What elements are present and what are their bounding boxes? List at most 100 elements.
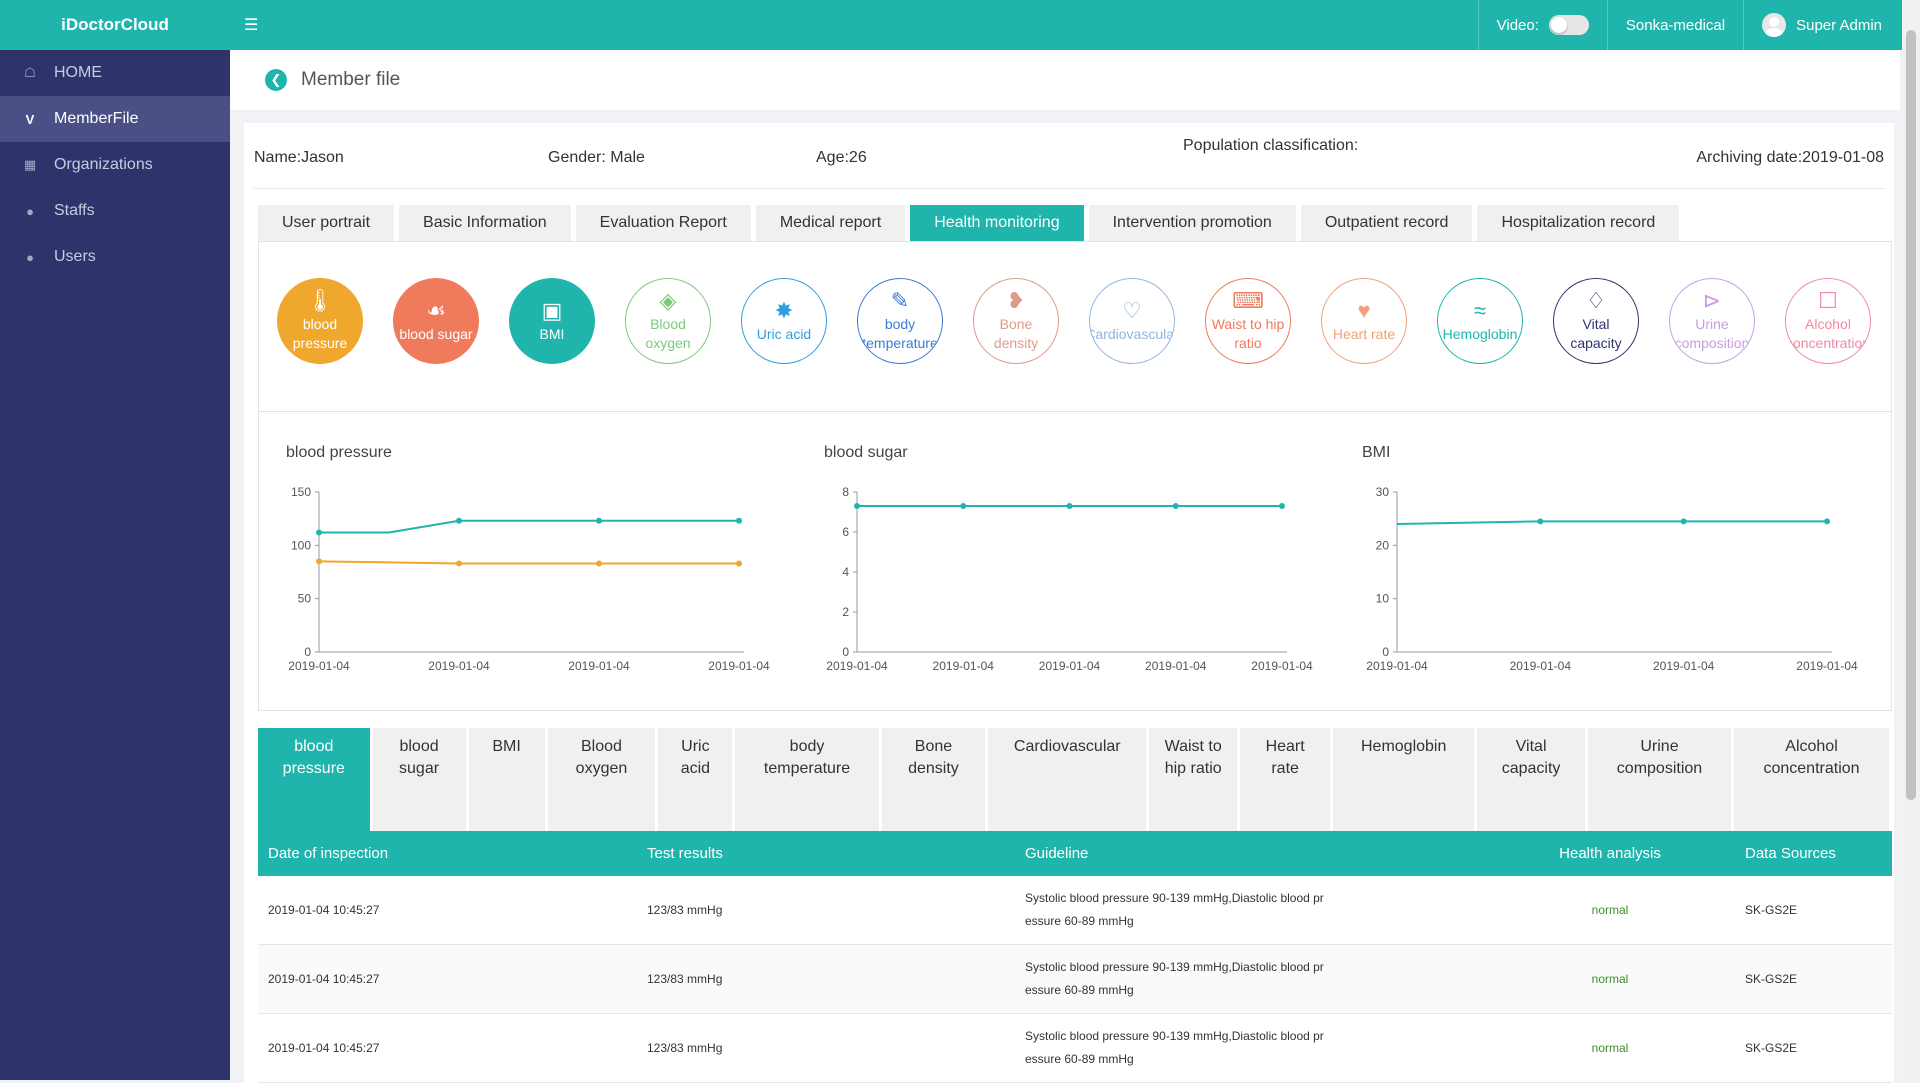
tab-outpatient-record[interactable]: Outpatient record xyxy=(1300,205,1473,241)
metric-label: Waist to hip ratio xyxy=(1211,316,1285,351)
page-header: ❮ Member file xyxy=(230,50,1900,110)
metric-label: Hemoglobin xyxy=(1442,325,1518,342)
data-point xyxy=(456,560,462,567)
scrollbar-thumb[interactable] xyxy=(1906,30,1916,800)
drop-plus-icon: ☙ xyxy=(426,297,446,323)
scrollbar[interactable] xyxy=(1902,0,1920,1080)
metric-waist-to-hip-ratio[interactable]: ⌨ Waist to hip ratio xyxy=(1205,278,1291,364)
series-line xyxy=(1396,520,1827,525)
metric-blood-oxygen[interactable]: ◈ Blood oxygen xyxy=(625,278,711,364)
metric-urine-composition[interactable]: ⊳ Urine composition xyxy=(1669,278,1755,364)
sidebar-item-users[interactable]: ● Users xyxy=(0,234,230,280)
metric-blood-sugar[interactable]: ☙ blood sugar xyxy=(393,278,479,364)
subtab-bmi[interactable]: BMI xyxy=(468,728,545,831)
member-name: Name:Jason xyxy=(254,149,344,166)
cell-date: 2019-01-04 10:45:27 xyxy=(268,903,380,917)
cell-result: 123/83 mmHg xyxy=(647,903,723,917)
series-line xyxy=(319,519,739,534)
subtab-urine-composition[interactable]: Urine composition xyxy=(1587,728,1732,831)
y-tick-label: 2 xyxy=(842,605,849,619)
user-menu[interactable]: Super Admin xyxy=(1743,0,1900,50)
heart-icon: ♡ xyxy=(1122,297,1142,323)
subtab-vital-capacity[interactable]: Vital capacity xyxy=(1477,728,1585,831)
data-point xyxy=(736,560,742,567)
cell-source: SK-GS2E xyxy=(1745,972,1798,986)
bone-icon: ❥ xyxy=(1006,288,1026,313)
tab-hospitalization-record[interactable]: Hospitalization record xyxy=(1477,205,1680,241)
subtab-blood-sugar[interactable]: blood sugar xyxy=(372,728,466,831)
subtab-blood-pressure[interactable]: blood pressure xyxy=(258,728,370,831)
metric-alcohol-concentration[interactable]: ☐ Alcohol concentration xyxy=(1785,278,1871,364)
y-tick-label: 0 xyxy=(1382,645,1389,659)
metric-label: Alcohol concentration xyxy=(1785,316,1871,351)
menu-toggle-icon[interactable]: ☰ xyxy=(244,15,258,35)
cell-guideline: Systolic blood pressure 90-139 mmHg,Dias… xyxy=(1015,956,1485,1002)
col-guideline: Guideline xyxy=(1025,845,1089,862)
back-button[interactable]: ❮ xyxy=(265,69,287,91)
metric-heart-rate[interactable]: ♥ Heart rate xyxy=(1321,278,1407,364)
person-icon: ● xyxy=(26,203,34,219)
sidebar-item-staffs[interactable]: ● Staffs xyxy=(0,188,230,234)
data-point xyxy=(1172,503,1179,509)
tab-intervention-promotion[interactable]: Intervention promotion xyxy=(1088,205,1296,241)
table-row: 2019-01-04 10:45:27 123/83 mmHg Systolic b… xyxy=(258,945,1892,1014)
sidebar-item-organizations[interactable]: ▦ Organizations xyxy=(0,142,230,188)
tab-health-monitoring[interactable]: Health monitoring xyxy=(910,205,1084,241)
cell-source: SK-GS2E xyxy=(1745,1041,1798,1055)
guideline-line-1: Systolic blood pressure 90-139 mmHg,Dias… xyxy=(1025,891,1324,905)
top-bar: iDoctorCloud ☰ Video: Sonka-medical Supe… xyxy=(0,0,1920,50)
video-label: Video: xyxy=(1496,16,1539,34)
metric-bmi[interactable]: ▣ BMI xyxy=(509,278,595,364)
x-tick-label: 2019-01-04 xyxy=(708,659,770,673)
metric-blood-pressure[interactable]: 🌡 blood pressure xyxy=(277,278,363,364)
subtab-alcohol-concentration[interactable]: Alcohol concentration xyxy=(1734,728,1889,831)
x-tick-label: 2019-01-04 xyxy=(568,659,630,673)
metric-hemoglobin[interactable]: ≈ Hemoglobin xyxy=(1437,278,1523,364)
waist-icon: ⌨ xyxy=(1232,288,1264,313)
table-body: 2019-01-04 10:45:27 123/83 mmHg Systolic b… xyxy=(258,876,1892,1083)
avatar xyxy=(1762,13,1787,37)
cell-result: 123/83 mmHg xyxy=(647,972,723,986)
subtab-waist-to-hip-ratio[interactable]: Waist to hip ratio xyxy=(1149,728,1238,831)
subtab-blood-oxygen[interactable]: Blood oxygen xyxy=(547,728,656,831)
metric-vital-capacity[interactable]: ♢ Vital capacity xyxy=(1553,278,1639,364)
tab-basic-information[interactable]: Basic Information xyxy=(399,205,571,241)
tab-medical-report[interactable]: Medical report xyxy=(755,205,906,241)
y-tick-label: 30 xyxy=(1376,485,1390,499)
metric-bone-density[interactable]: ❥ Bone density xyxy=(973,278,1059,364)
subtab-heart-rate[interactable]: Heart rate xyxy=(1240,728,1331,831)
data-point xyxy=(1680,518,1687,525)
topbar-right: Video: Sonka-medical Super Admin xyxy=(1477,0,1900,50)
y-tick-label: 20 xyxy=(1376,538,1390,552)
subtab-hemoglobin[interactable]: Hemoglobin xyxy=(1333,728,1475,831)
metric-body-temperature[interactable]: ✎ body temperature xyxy=(857,278,943,364)
metric-label: Cardiovascular xyxy=(1089,325,1175,342)
analysis-status: normal xyxy=(1591,1041,1629,1055)
tab-user-portrait[interactable]: User portrait xyxy=(258,205,395,241)
metric-subtabs: blood pressure blood sugar BMI Blood oxygen… xyxy=(258,728,1892,831)
heartbeat-icon: ♥ xyxy=(1357,297,1371,323)
subtab-cardiovascular[interactable]: Cardiovascular xyxy=(988,728,1147,831)
y-tick-label: 100 xyxy=(291,538,311,552)
person-icon: ● xyxy=(26,249,34,265)
tab-evaluation-report[interactable]: Evaluation Report xyxy=(575,205,751,241)
col-analysis: Health analysis xyxy=(1559,845,1661,862)
metric-uric-acid[interactable]: ✸ Uric acid xyxy=(741,278,827,364)
subtab-bone-density[interactable]: Bone density xyxy=(881,728,986,831)
video-toggle[interactable] xyxy=(1548,15,1589,35)
scale-icon: ▣ xyxy=(541,297,563,323)
subtab-body-temperature[interactable]: body temperature xyxy=(735,728,879,831)
population-classification: Population classification: xyxy=(1183,137,1359,154)
data-point xyxy=(1537,518,1544,525)
sidebar-item-memberfile[interactable]: V MemberFile xyxy=(0,96,230,142)
org-name[interactable]: Sonka-medical xyxy=(1606,0,1743,50)
brand-logo[interactable]: iDoctorCloud xyxy=(0,15,230,35)
y-tick-label: 8 xyxy=(842,485,849,499)
chevron-left-icon: ❮ xyxy=(270,72,282,87)
sidebar-item-home[interactable]: ☖ HOME xyxy=(0,50,230,96)
subtab-uric-acid[interactable]: Uric acid xyxy=(658,728,733,831)
metric-cardiovascular[interactable]: ♡ Cardiovascular xyxy=(1089,278,1175,364)
data-point xyxy=(854,503,860,509)
data-point xyxy=(596,560,602,567)
chart-title-blood-pressure: blood pressure xyxy=(286,444,392,461)
